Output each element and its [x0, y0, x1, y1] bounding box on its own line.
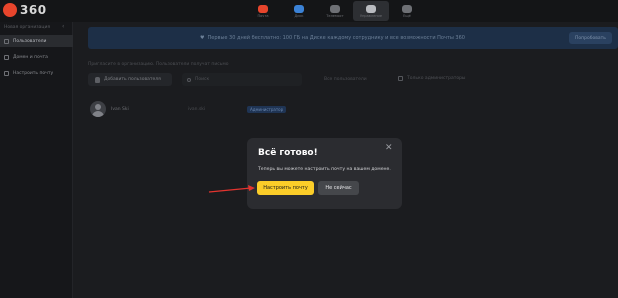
annotation-arrow-icon: [208, 185, 255, 193]
annotation-arrow-head: [248, 185, 255, 191]
annotation-arrow-shaft: [208, 187, 252, 193]
